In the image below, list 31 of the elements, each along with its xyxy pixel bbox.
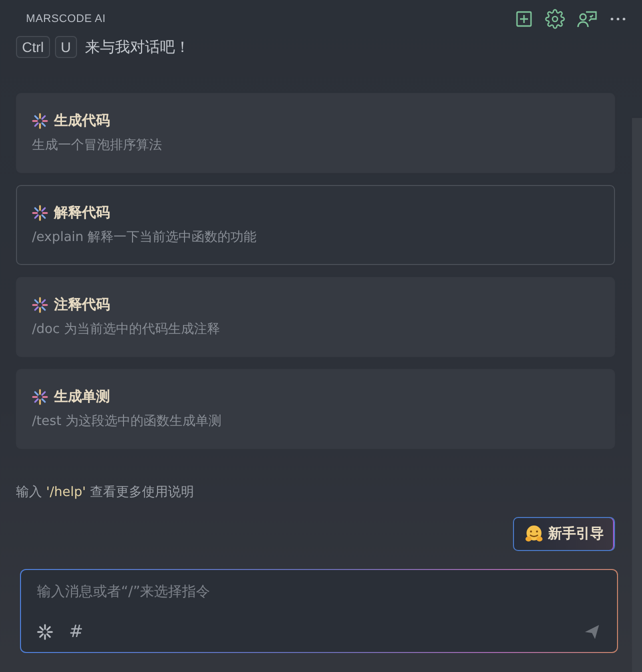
guide-button[interactable]: 新手引导 <box>513 517 615 551</box>
card-description: 生成一个冒泡排序算法 <box>32 137 163 154</box>
send-icon[interactable] <box>583 623 601 641</box>
sparkle-icon[interactable] <box>32 205 48 221</box>
card-title: 生成代码 <box>54 112 110 130</box>
suggestion-card[interactable]: 生成单测 /test 为这段选中的函数生成单测 <box>16 369 615 449</box>
message-input-field[interactable]: 输入消息或者“/”来选择指令 # <box>20 569 618 653</box>
sparkle-icon <box>37 624 53 640</box>
card-description: /test 为这段选中的函数生成单测 <box>32 413 222 430</box>
person-chat-icon[interactable] <box>577 10 597 28</box>
keyboard-key: U <box>54 36 77 58</box>
suggestion-card[interactable]: 注释代码 /doc 为当前选中的代码生成注释 <box>16 277 615 357</box>
help-text: 输入 '/help' 查看更多使用说明 <box>16 484 195 501</box>
panel-title: MARSCODE AI <box>26 13 106 25</box>
new-chat-icon[interactable] <box>515 10 533 28</box>
card-description: /explain 解释一下当前选中函数的功能 <box>32 229 258 246</box>
card-description: /doc 为当前选中的代码生成注释 <box>32 321 221 338</box>
suggestion-card[interactable]: 解释代码 /explain 解释一下当前选中函数的功能 <box>16 185 615 265</box>
hash-button[interactable]: # <box>69 622 84 642</box>
sparkle-icon[interactable] <box>32 113 48 129</box>
sparkle-icon[interactable] <box>32 389 48 405</box>
sparkle-icon[interactable] <box>32 297 48 313</box>
card-title: 注释代码 <box>54 296 110 314</box>
hugging-emoji-icon <box>524 524 544 544</box>
suggestion-card[interactable]: 生成代码 生成一个冒泡排序算法 <box>16 93 615 173</box>
card-title: 生成单测 <box>54 388 110 406</box>
card-title: 解释代码 <box>54 204 110 222</box>
more-icon[interactable] <box>609 16 627 22</box>
greeting-text: 来与我对话吧！ <box>84 38 190 56</box>
keyboard-key: Ctrl <box>16 36 50 58</box>
settings-icon[interactable] <box>545 9 565 29</box>
